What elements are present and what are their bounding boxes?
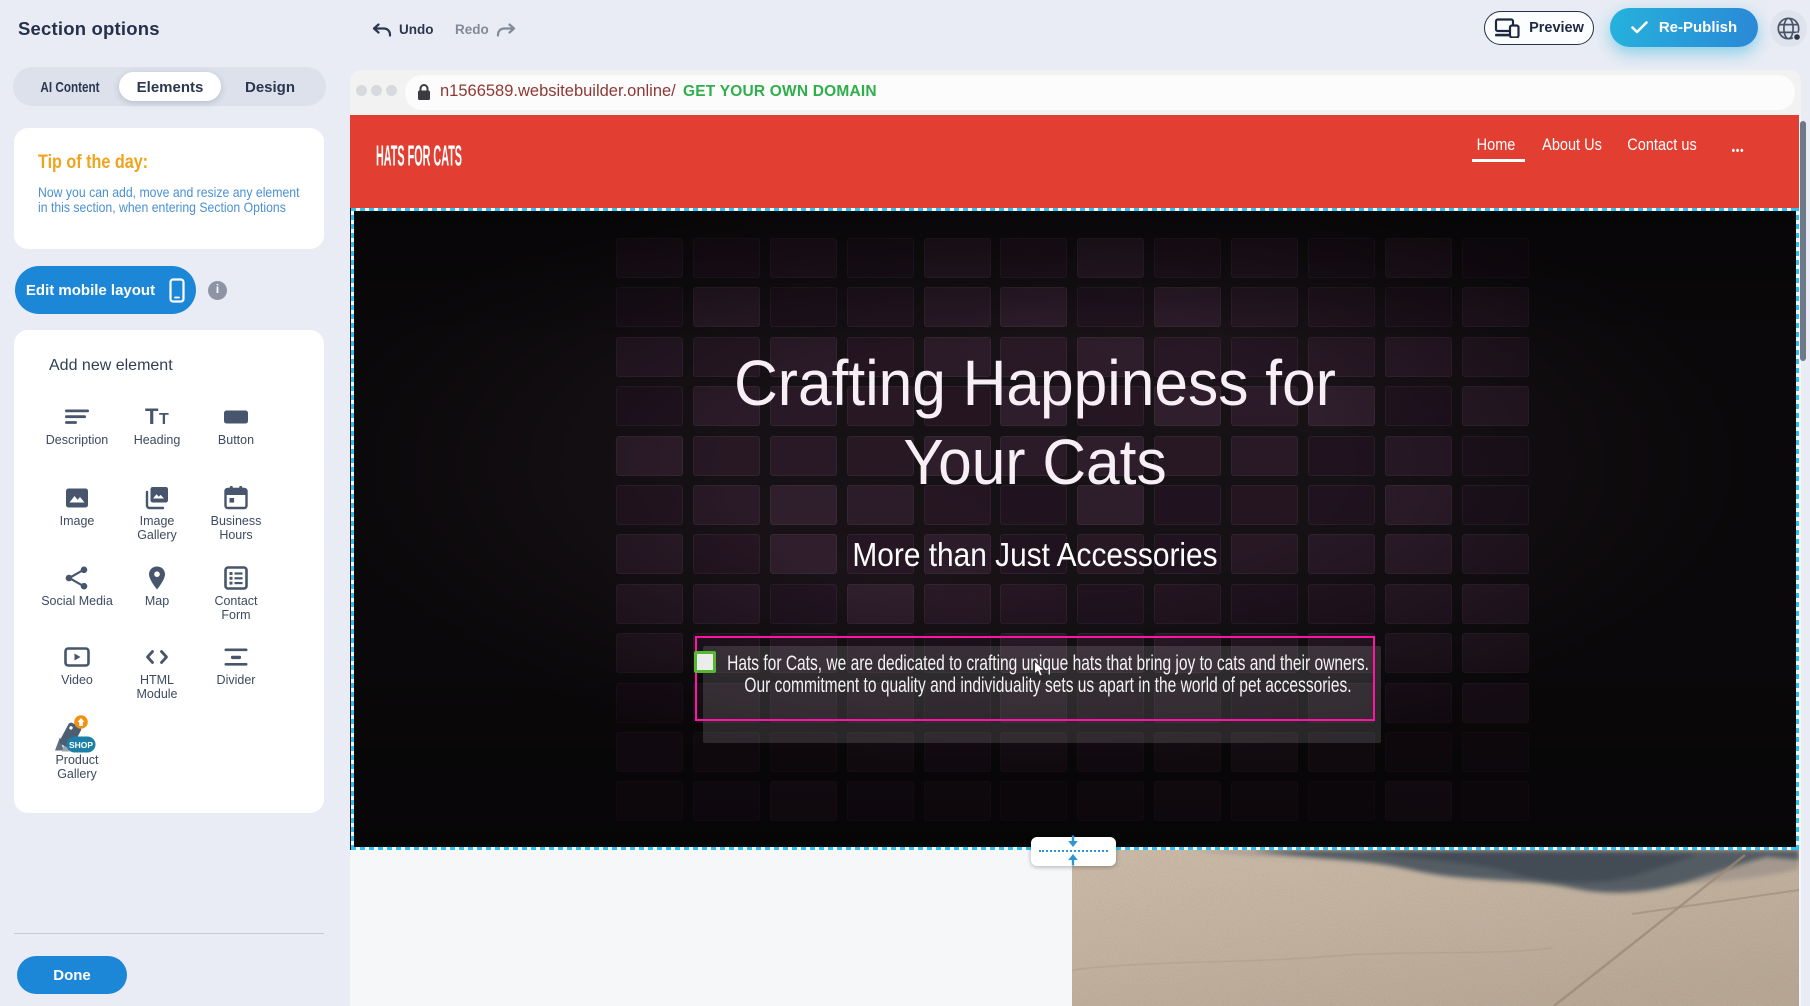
svg-text:SHOP: SHOP xyxy=(69,740,93,750)
svg-text:T: T xyxy=(145,404,159,429)
svg-text:T: T xyxy=(159,411,169,428)
